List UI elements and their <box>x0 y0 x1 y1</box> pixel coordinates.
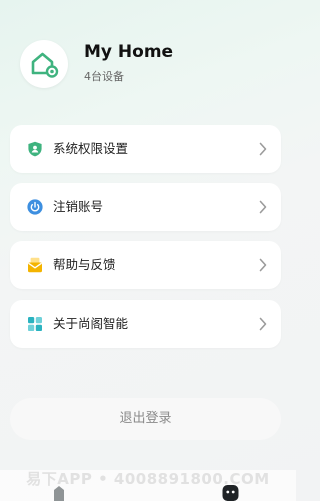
menu-item-delete-account[interactable]: 注销账号 <box>10 183 281 231</box>
menu-item-help-feedback[interactable]: 帮助与反馈 <box>10 241 281 289</box>
menu-item-permissions[interactable]: 系统权限设置 <box>10 125 281 173</box>
menu-item-about[interactable]: 关于尚阁智能 <box>10 300 281 348</box>
chevron-right-icon <box>259 258 267 272</box>
profile-header: My Home 4台设备 <box>0 0 296 110</box>
home-avatar[interactable] <box>20 40 68 88</box>
menu-item-label: 系统权限设置 <box>53 141 129 156</box>
device-count: 4台设备 <box>84 70 124 83</box>
chevron-right-icon <box>259 317 267 331</box>
logout-button[interactable]: 退出登录 <box>10 398 281 440</box>
mail-help-icon <box>28 257 42 273</box>
grid-icon <box>28 317 42 331</box>
chevron-right-icon <box>259 200 267 214</box>
menu-item-label: 注销账号 <box>53 199 104 214</box>
menu-item-label: 帮助与反馈 <box>53 257 116 272</box>
menu-item-label: 关于尚阁智能 <box>53 316 129 331</box>
chevron-right-icon <box>259 142 267 156</box>
home-name[interactable]: My Home <box>84 42 173 62</box>
watermark: 易下APP • 4008891800.COM <box>26 470 270 488</box>
shield-user-icon <box>28 141 42 157</box>
power-icon <box>27 199 43 215</box>
home-icon <box>31 52 59 78</box>
